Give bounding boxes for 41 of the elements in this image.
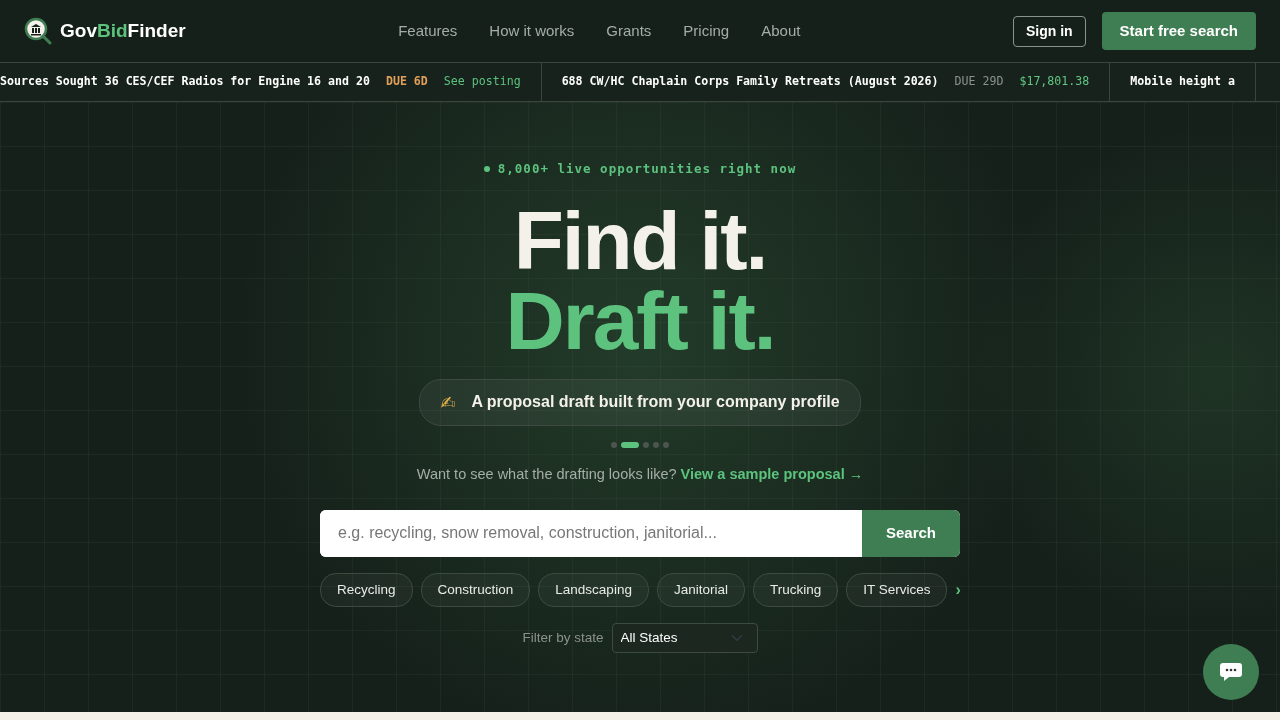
carousel-dot[interactable] <box>643 441 649 448</box>
nav-link[interactable]: How it works <box>473 19 591 43</box>
chat-icon <box>1219 661 1243 683</box>
nav-link[interactable]: Grants <box>590 19 668 43</box>
category-chip[interactable]: Trucking <box>752 572 839 607</box>
ticker-title[interactable]: 688 CW/HC Chaplain Corps Family Retreats (August 2026) <box>561 73 939 91</box>
amount-text: $17,801.38 <box>1019 73 1090 91</box>
posting-link[interactable]: See posting <box>443 73 521 91</box>
logo-icon <box>24 17 52 45</box>
filter-label: Filter by state <box>522 628 604 647</box>
writing-hand-icon: ✍ <box>440 388 456 416</box>
carousel-dot[interactable] <box>611 441 617 448</box>
headline: Draft it. <box>505 280 775 361</box>
nav-link[interactable]: Pricing <box>667 19 746 43</box>
category-chip[interactable]: Janitorial <box>656 572 745 607</box>
nav-link[interactable]: Features <box>382 19 474 43</box>
sign-in-button[interactable]: Sign in <box>1012 15 1086 47</box>
sample-proposal-link[interactable]: View a sample proposal → <box>680 463 864 486</box>
live-dot-icon <box>483 166 490 173</box>
search-bar[interactable]: e.g. recycling, snow removal, construction, janitorial... Search <box>320 509 960 557</box>
due-label: DUE 29D <box>954 73 1004 91</box>
ticker-title[interactable]: Sources Sought 36 CES/CEF Radios for Engine 16 and 20 <box>0 73 370 91</box>
nav-link[interactable]: About <box>745 19 817 43</box>
start-search-button[interactable]: Start free search <box>1101 11 1256 51</box>
category-chip[interactable]: Landscaping <box>538 572 649 607</box>
scroll-arrow[interactable]: › <box>955 577 961 602</box>
headline: Find it. <box>513 200 767 281</box>
category-chip[interactable]: Recycling <box>320 572 413 607</box>
category-chip[interactable]: IT Services <box>846 572 948 607</box>
chat-button[interactable] <box>1203 644 1259 700</box>
brand-name[interactable]: GovBidFinder <box>60 16 186 46</box>
category-chip[interactable]: Construction <box>420 572 531 607</box>
prompt-text: Want to see what the drafting looks like? <box>416 464 677 484</box>
search-button[interactable]: Search <box>862 509 960 557</box>
due-label: DUE 6D <box>385 73 428 91</box>
live-badge-text: 8,000+ live opportunities right now <box>497 160 797 178</box>
feature-text: A proposal draft built from your company profile <box>471 392 840 413</box>
carousel-dot[interactable] <box>663 441 669 448</box>
carousel-dot[interactable] <box>653 441 659 448</box>
state-select[interactable]: All States <box>611 622 758 653</box>
ticker-title[interactable]: Mobile height a <box>1130 73 1235 91</box>
